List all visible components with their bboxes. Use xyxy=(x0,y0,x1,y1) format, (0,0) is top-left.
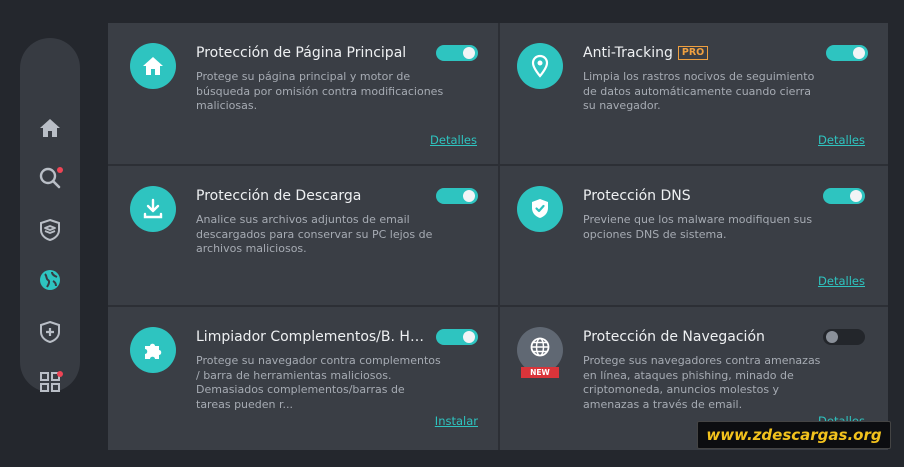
details-link[interactable]: Detalles xyxy=(818,274,865,288)
sidebar-item-browser[interactable] xyxy=(20,260,80,300)
card-description: Previene que los malware modifiquen sus … xyxy=(583,213,813,241)
card-description: Limpia los rastros nocivos de seguimient… xyxy=(583,70,815,113)
card-icon-circle xyxy=(130,186,176,232)
watermark-text: www.zdescargas.org xyxy=(706,426,882,444)
card-icon-circle xyxy=(130,327,176,373)
card-title: Protección DNS xyxy=(583,188,691,204)
search-badge xyxy=(57,167,63,173)
addon-cleaner-toggle[interactable] xyxy=(436,329,478,345)
globe-icon xyxy=(40,270,60,290)
details-link[interactable]: Detalles xyxy=(818,133,865,147)
home-icon xyxy=(40,119,60,137)
card-addon-cleaner: Limpiador Complementos/B. Herramientas P… xyxy=(108,307,498,450)
card-icon-circle xyxy=(517,43,563,89)
location-pin-icon xyxy=(531,54,549,78)
shield-plus-icon xyxy=(40,320,60,344)
card-description: Protege su página principal y motor de b… xyxy=(196,70,444,113)
card-title: Anti-Tracking PRO xyxy=(583,45,823,61)
new-badge: NEW xyxy=(521,367,559,378)
card-dns-protection: Protección DNS Previene que los malware … xyxy=(500,166,888,305)
download-icon xyxy=(143,198,163,219)
card-description: Protege sus navegadores contra amenazas … xyxy=(583,354,821,411)
card-title: Protección de Navegación xyxy=(583,329,765,345)
puzzle-icon xyxy=(145,343,162,359)
card-title: Protección de Descarga xyxy=(196,188,362,204)
card-title-text: Anti-Tracking xyxy=(583,45,673,61)
card-homepage-protection: Protección de Página Principal Protege s… xyxy=(108,23,498,164)
watermark: www.zdescargas.org xyxy=(697,421,891,449)
shield-check-icon xyxy=(532,199,548,218)
card-icon-circle: NEW xyxy=(517,327,563,378)
card-icon-circle xyxy=(517,186,563,232)
toggle-knob xyxy=(463,190,475,202)
sidebar-item-apps[interactable] xyxy=(20,362,80,402)
sidebar-item-shield-plus[interactable] xyxy=(20,312,80,352)
sidebar-item-search[interactable] xyxy=(20,158,80,198)
anti-tracking-toggle[interactable] xyxy=(826,45,868,61)
card-icon-circle xyxy=(130,43,176,89)
sidebar-item-home[interactable] xyxy=(20,108,80,148)
toggle-knob xyxy=(463,331,475,343)
card-title: Limpiador Complementos/B. Herramientas xyxy=(196,329,424,345)
homepage-protection-toggle[interactable] xyxy=(436,45,478,61)
apps-badge xyxy=(57,371,63,377)
globe-new-icon xyxy=(530,337,550,357)
features-grid: Protección de Página Principal Protege s… xyxy=(108,23,888,450)
toggle-knob xyxy=(853,47,865,59)
sidebar xyxy=(20,38,80,392)
layers-shield-icon xyxy=(40,218,60,242)
dns-protection-toggle[interactable] xyxy=(823,188,865,204)
toggle-knob xyxy=(850,190,862,202)
browsing-protection-toggle[interactable] xyxy=(823,329,865,345)
home-icon xyxy=(143,57,163,75)
toggle-knob xyxy=(826,331,838,343)
download-protection-toggle[interactable] xyxy=(436,188,478,204)
details-link[interactable]: Detalles xyxy=(430,133,477,147)
install-link[interactable]: Instalar xyxy=(435,414,478,428)
pro-badge: PRO xyxy=(677,46,709,60)
card-description: Analice sus archivos adjuntos de email d… xyxy=(196,213,433,256)
card-title: Protección de Página Principal xyxy=(196,45,407,61)
card-download-protection: Protección de Descarga Analice sus archi… xyxy=(108,166,498,305)
sidebar-item-layers[interactable] xyxy=(20,210,80,250)
card-description: Protege su navegador contra complementos… xyxy=(196,354,441,411)
card-anti-tracking: Anti-Tracking PRO Limpia los rastros noci… xyxy=(500,23,888,164)
toggle-knob xyxy=(463,47,475,59)
